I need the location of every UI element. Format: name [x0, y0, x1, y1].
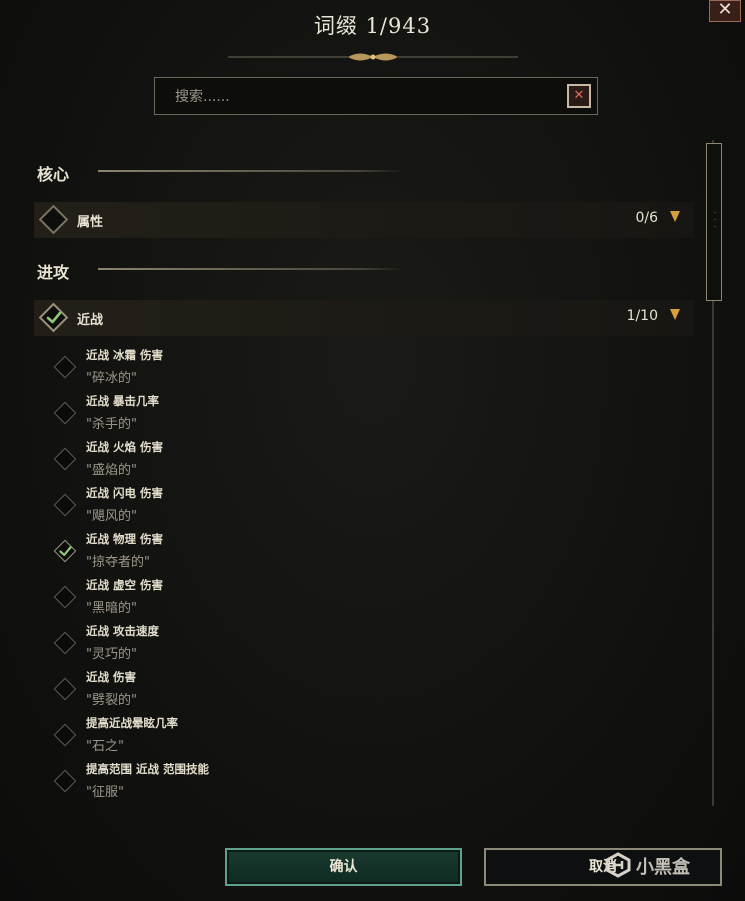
chevron-down-icon[interactable] [670, 211, 680, 222]
affix-prefix: "黑暗的" [86, 601, 137, 616]
close-icon: ✕ [717, 0, 733, 20]
affix-prefix: "征服" [86, 785, 124, 800]
affix-checkbox[interactable] [53, 447, 77, 471]
affix-prefix: "杀手的" [86, 417, 137, 432]
affix-prefix: "盛焰的" [86, 463, 137, 478]
affix-name: 近战 火焰 伤害 [86, 440, 164, 454]
affix-checkbox[interactable] [53, 677, 77, 701]
affix-prefix: "灵巧的" [86, 647, 137, 662]
affix-checkbox[interactable] [53, 723, 77, 747]
category-count: 1/10 [626, 308, 658, 324]
category-label: 属性 [77, 215, 104, 230]
affix-name: 近战 物理 伤害 [86, 532, 164, 546]
watermark-logo [605, 852, 631, 878]
affix-item[interactable]: 提高近战晕眩几率 "石之" [52, 715, 612, 759]
affix-item[interactable]: 近战 暴击几率 "杀手的" [52, 393, 612, 437]
affix-prefix: "掠夺者的" [86, 555, 150, 570]
watermark-text: 小黑盒 [636, 857, 690, 878]
affix-name: 提高范围 近战 范围技能 [86, 762, 210, 776]
affix-checkbox[interactable] [53, 769, 77, 793]
affix-item[interactable]: 提高范围 近战 范围技能 "征服" [52, 761, 612, 805]
category-label: 近战 [77, 313, 104, 328]
affix-item[interactable]: 近战 伤害 "劈裂的" [52, 669, 612, 713]
affix-name: 提高近战晕眩几率 [86, 716, 178, 730]
affix-prefix: "劈裂的" [86, 693, 137, 708]
affix-checkbox[interactable] [53, 493, 77, 517]
affix-name: 近战 闪电 伤害 [86, 486, 164, 500]
affix-name: 近战 冰霜 伤害 [86, 348, 164, 362]
clear-icon: ✕ [573, 88, 585, 103]
affix-item[interactable]: 近战 冰霜 伤害 "碎冰的" [52, 347, 612, 391]
section-divider [98, 170, 403, 172]
affix-item[interactable]: 近战 攻击速度 "灵巧的" [52, 623, 612, 667]
category-count: 0/6 [635, 210, 658, 226]
section-divider [98, 268, 403, 270]
affix-checkbox[interactable] [53, 401, 77, 425]
affix-name: 近战 暴击几率 [86, 394, 160, 408]
category-row-melee[interactable]: 近战 1/10 [34, 300, 694, 336]
affix-item[interactable]: 近战 虚空 伤害 "黑暗的" [52, 577, 612, 621]
affix-name: 近战 虚空 伤害 [86, 578, 164, 592]
close-button[interactable]: ✕ [709, 0, 741, 22]
affix-checkbox[interactable] [53, 631, 77, 655]
search-box: ✕ [154, 77, 598, 115]
confirm-button[interactable]: 确认 [225, 848, 462, 886]
section-title-core: 核心 [37, 165, 70, 184]
affix-checkbox[interactable] [53, 355, 77, 379]
scrollbar-thumb[interactable]: · · · [706, 143, 722, 301]
section-title-offense: 进攻 [37, 263, 70, 282]
affix-name: 近战 攻击速度 [86, 624, 160, 638]
chevron-down-icon[interactable] [670, 309, 680, 320]
grip-icon: · · · [713, 209, 717, 231]
affix-prefix: "碎冰的" [86, 371, 137, 386]
search-clear-button[interactable]: ✕ [567, 84, 591, 108]
affix-name: 近战 伤害 [86, 670, 137, 684]
affix-item[interactable]: 近战 物理 伤害 "掠夺者的" [52, 531, 612, 575]
checkmark-icon [46, 311, 62, 324]
checkmark-icon [59, 546, 72, 557]
title-ornament [228, 53, 518, 61]
window-title: 词缀 1/943 [313, 14, 432, 38]
affix-item[interactable]: 近战 闪电 伤害 "飓风的" [52, 485, 612, 529]
search-input[interactable] [173, 86, 557, 108]
affix-checkbox[interactable] [53, 585, 77, 609]
category-checkbox[interactable] [38, 204, 69, 235]
category-row-attributes[interactable]: 属性 0/6 [34, 202, 694, 238]
affix-prefix: "飓风的" [86, 509, 137, 524]
affix-prefix: "石之" [86, 739, 124, 754]
affix-item[interactable]: 近战 火焰 伤害 "盛焰的" [52, 439, 612, 483]
